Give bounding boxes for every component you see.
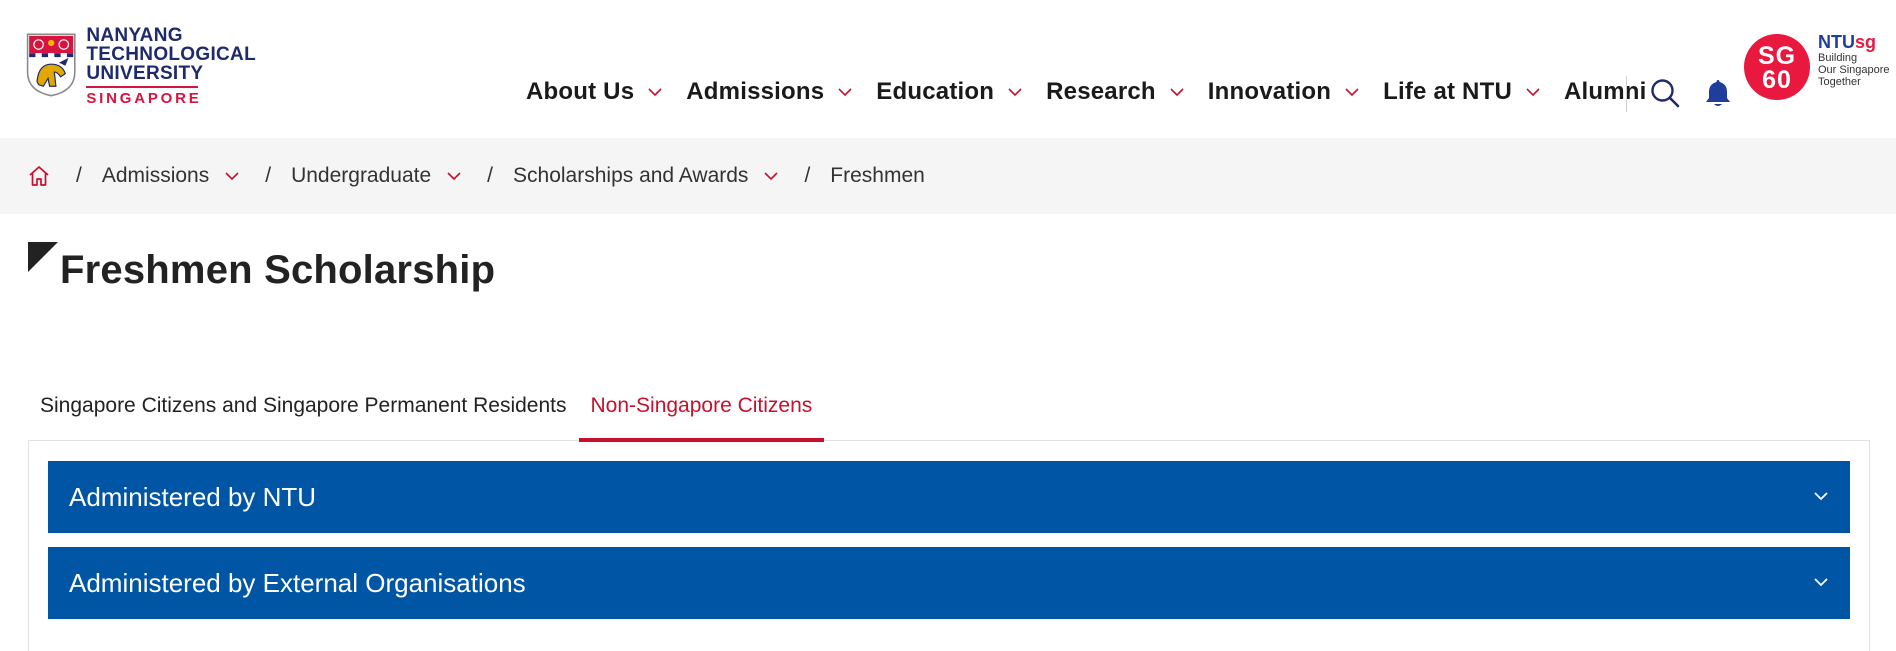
nav-item-life-at-ntu[interactable]: Life at NTU xyxy=(1383,78,1540,106)
breadcrumb: / Admissions / Undergraduate / Scholarsh… xyxy=(0,138,1896,214)
chevron-down-icon xyxy=(764,171,779,180)
home-icon[interactable] xyxy=(28,165,50,187)
ntusg-tagline-line: Building xyxy=(1818,52,1858,64)
chevron-down-icon xyxy=(838,87,852,96)
logo-line: UNIVERSITY xyxy=(86,63,204,84)
main-nav: About Us Admissions Education Research I… xyxy=(526,74,1647,110)
nav-item-about-us[interactable]: About Us xyxy=(526,78,662,106)
logo-line: NANYANG xyxy=(86,25,183,46)
breadcrumb-item-freshmen: Freshmen xyxy=(830,164,925,188)
chevron-down-icon xyxy=(1814,578,1828,587)
ntusg-tagline-line: Our Singapore xyxy=(1818,64,1890,76)
breadcrumb-separator: / xyxy=(487,164,494,187)
breadcrumb-item-scholarships-and-awards[interactable]: Scholarships and Awards xyxy=(513,164,779,188)
chevron-down-icon xyxy=(1170,87,1184,96)
breadcrumb-item-undergraduate[interactable]: Undergraduate xyxy=(291,164,461,188)
chevron-down-icon xyxy=(225,171,239,180)
page-title: Freshmen Scholarship xyxy=(60,248,496,292)
ntu-crest-icon xyxy=(26,33,76,97)
site-header: NANYANG TECHNOLOGICAL UNIVERSITY SINGAPO… xyxy=(0,0,1896,138)
title-corner-mark xyxy=(28,242,58,272)
breadcrumb-separator: / xyxy=(265,164,272,187)
breadcrumb-label: Freshmen xyxy=(830,164,925,187)
sg60-badge[interactable]: SG 60 xyxy=(1744,34,1810,100)
nav-item-label: About Us xyxy=(526,78,635,105)
tab-non-singapore-citizens[interactable]: Non-Singapore Citizens xyxy=(578,388,825,442)
ntusg-campaign[interactable]: NTUsg Building Our Singapore Together xyxy=(1818,32,1896,88)
tab-list: Singapore Citizens and Singapore Permane… xyxy=(28,388,825,442)
breadcrumb-item-admissions[interactable]: Admissions xyxy=(102,164,239,188)
logo-subline: SINGAPORE xyxy=(86,86,199,107)
search-icon[interactable] xyxy=(1650,78,1680,108)
chevron-down-icon xyxy=(1814,492,1828,501)
accordion-label: Administered by NTU xyxy=(69,481,317,512)
ntusg-tagline-line: Together xyxy=(1818,76,1861,88)
nav-item-research[interactable]: Research xyxy=(1046,78,1184,106)
breadcrumb-label: Undergraduate xyxy=(291,164,432,187)
chevron-down-icon xyxy=(648,87,662,96)
ntusg-title: NTUsg xyxy=(1818,32,1896,52)
logo-wordmark: NANYANG TECHNOLOGICAL UNIVERSITY SINGAPO… xyxy=(86,24,256,107)
nav-item-label: Alumni xyxy=(1563,78,1647,105)
breadcrumb-separator: / xyxy=(804,164,811,187)
nav-item-education[interactable]: Education xyxy=(876,78,1022,106)
ntu-logo[interactable]: NANYANG TECHNOLOGICAL UNIVERSITY SINGAPO… xyxy=(26,24,256,107)
ntusg-brand-a: NTU xyxy=(1818,32,1855,52)
nav-item-label: Education xyxy=(876,78,995,105)
breadcrumb-label: Admissions xyxy=(101,164,210,187)
nav-item-admissions[interactable]: Admissions xyxy=(686,78,852,106)
nav-divider xyxy=(1626,76,1627,112)
bell-icon[interactable] xyxy=(1704,78,1732,108)
chevron-down-icon xyxy=(1345,87,1359,96)
breadcrumb-label: Scholarships and Awards xyxy=(513,164,749,187)
logo-line: TECHNOLOGICAL xyxy=(86,44,256,65)
chevron-down-icon xyxy=(447,171,461,180)
nav-item-label: Life at NTU xyxy=(1383,78,1512,105)
sg60-line: 60 xyxy=(1762,66,1792,94)
nav-item-label: Innovation xyxy=(1207,78,1332,105)
nav-item-label: Admissions xyxy=(686,78,825,105)
nav-item-alumni[interactable]: Alumni xyxy=(1564,78,1647,106)
tab-singapore-citizens-and-prs[interactable]: Singapore Citizens and Singapore Permane… xyxy=(28,388,579,442)
chevron-down-icon xyxy=(1526,87,1540,96)
accordion-label: Administered by External Organisations xyxy=(69,567,526,598)
ntusg-brand-b: sg xyxy=(1855,32,1877,52)
breadcrumb-separator: / xyxy=(76,164,82,187)
sg60-line: SG xyxy=(1757,42,1797,70)
nav-item-label: Research xyxy=(1046,78,1156,105)
chevron-down-icon xyxy=(1008,87,1022,96)
nav-item-innovation[interactable]: Innovation xyxy=(1208,78,1359,106)
accordion-administered-by-ntu[interactable]: Administered by NTU xyxy=(48,461,1850,533)
accordion-administered-by-external-organisations[interactable]: Administered by External Organisations xyxy=(48,547,1850,619)
